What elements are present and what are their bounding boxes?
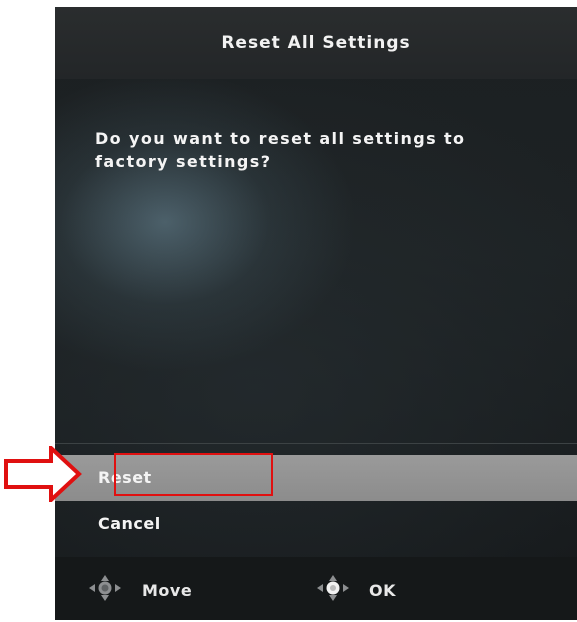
right-arrow-icon (4, 446, 82, 502)
highlight-box (114, 453, 273, 496)
joystick-icon (89, 575, 121, 601)
cancel-option[interactable]: Cancel (55, 501, 577, 547)
osd-dialog: Reset All Settings Do you want to reset … (55, 7, 577, 620)
cancel-option-label: Cancel (98, 514, 161, 533)
divider (55, 443, 577, 444)
title-bar: Reset All Settings (55, 7, 577, 79)
dialog-title: Reset All Settings (221, 33, 411, 53)
ok-hint-label: OK (369, 581, 396, 600)
joystick-icon (317, 575, 349, 601)
confirmation-message: Do you want to reset all settings to fac… (95, 129, 466, 171)
move-hint-label: Move (142, 581, 193, 600)
